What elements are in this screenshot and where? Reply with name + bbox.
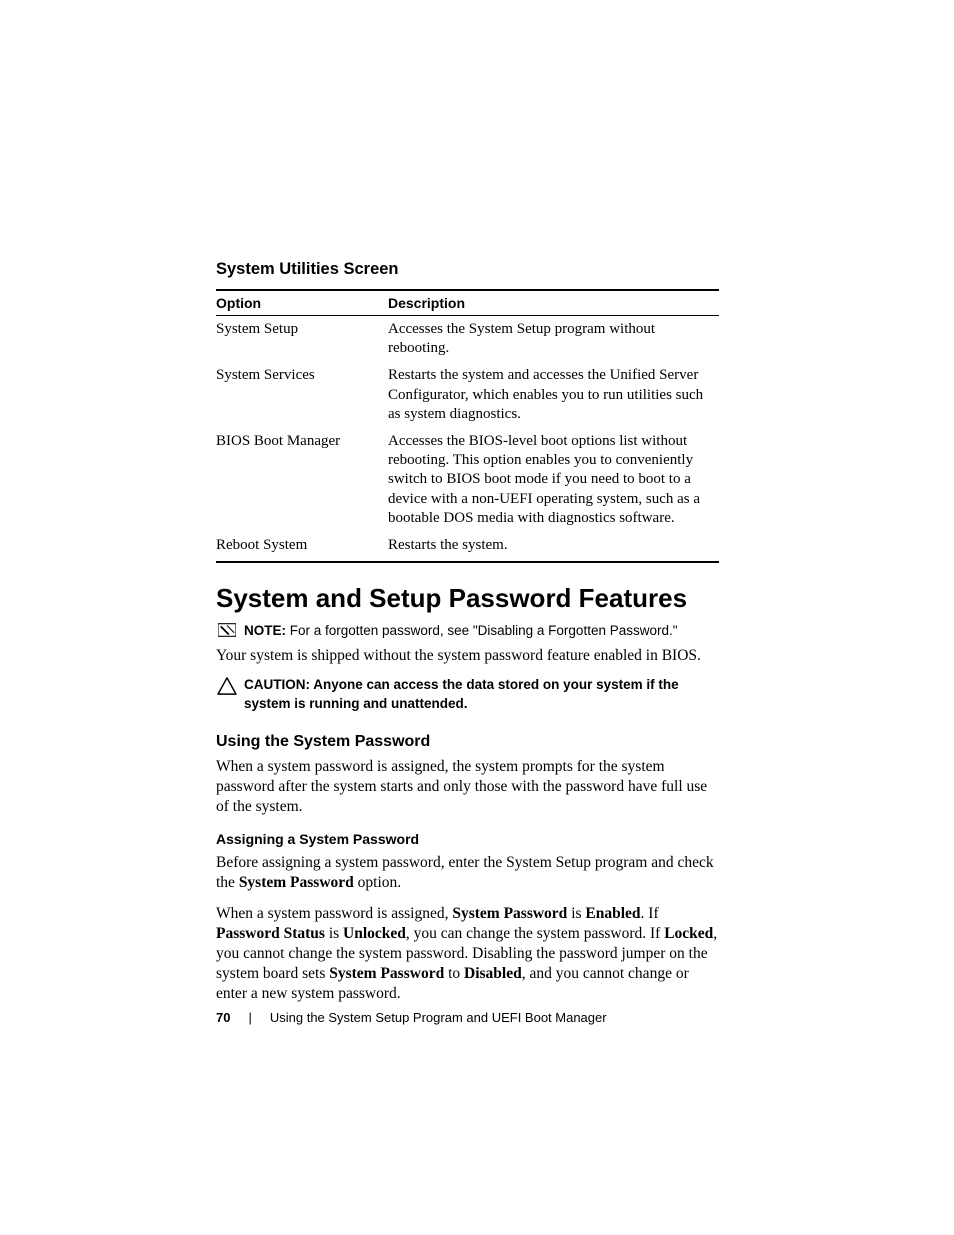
page-number: 70 bbox=[216, 1010, 230, 1025]
option-cell: Reboot System bbox=[216, 532, 388, 562]
body-assign-intro: Before assigning a system password, ente… bbox=[216, 853, 719, 893]
bold-text: Disabled bbox=[464, 965, 522, 982]
bold-text: Unlocked bbox=[343, 925, 406, 942]
caution-callout: CAUTION: Anyone can access the data stor… bbox=[216, 676, 719, 712]
table-row: System Setup Accesses the System Setup p… bbox=[216, 316, 719, 363]
caution-text: CAUTION: Anyone can access the data stor… bbox=[244, 676, 719, 712]
heading-main: System and Setup Password Features bbox=[216, 583, 719, 614]
option-cell: System Setup bbox=[216, 316, 388, 363]
text: is bbox=[325, 925, 343, 942]
note-callout: NOTE: For a forgotten password, see "Dis… bbox=[216, 622, 719, 640]
bold-text: System Password bbox=[239, 874, 354, 891]
document-page: System Utilities Screen Option Descripti… bbox=[0, 0, 954, 1235]
description-cell: Restarts the system. bbox=[388, 532, 719, 562]
text: is bbox=[567, 905, 585, 922]
bold-text: Locked bbox=[664, 925, 713, 942]
body-assign-detail: When a system password is assigned, Syst… bbox=[216, 904, 719, 1005]
note-text: NOTE: For a forgotten password, see "Dis… bbox=[244, 622, 719, 640]
body-using: When a system password is assigned, the … bbox=[216, 757, 719, 817]
caution-label: CAUTION: bbox=[244, 677, 310, 692]
table-header-option: Option bbox=[216, 290, 388, 316]
subheading-assigning: Assigning a System Password bbox=[216, 831, 719, 847]
table-row: System Services Restarts the system and … bbox=[216, 362, 719, 428]
text: option. bbox=[354, 874, 401, 891]
description-cell: Accesses the System Setup program withou… bbox=[388, 316, 719, 363]
table-row: Reboot System Restarts the system. bbox=[216, 532, 719, 562]
note-label: NOTE: bbox=[244, 623, 286, 638]
note-icon bbox=[216, 623, 238, 637]
note-body: For a forgotten password, see "Disabling… bbox=[286, 623, 678, 638]
subheading-using: Using the System Password bbox=[216, 733, 719, 751]
bold-text: Enabled bbox=[585, 905, 640, 922]
options-table: Option Description System Setup Accesses… bbox=[216, 289, 719, 563]
text: , you can change the system password. If bbox=[406, 925, 664, 942]
footer-separator: | bbox=[248, 1010, 251, 1025]
section-heading: System Utilities Screen bbox=[216, 260, 719, 279]
table-row: BIOS Boot Manager Accesses the BIOS-leve… bbox=[216, 428, 719, 532]
text: . If bbox=[641, 905, 659, 922]
option-cell: BIOS Boot Manager bbox=[216, 428, 388, 532]
caution-body: Anyone can access the data stored on you… bbox=[244, 677, 679, 710]
caution-icon bbox=[216, 677, 238, 695]
page-footer: 70 | Using the System Setup Program and … bbox=[216, 1010, 607, 1025]
footer-title: Using the System Setup Program and UEFI … bbox=[270, 1010, 607, 1025]
table-header-description: Description bbox=[388, 290, 719, 316]
description-cell: Restarts the system and accesses the Uni… bbox=[388, 362, 719, 428]
bold-text: System Password bbox=[329, 965, 444, 982]
bold-text: Password Status bbox=[216, 925, 325, 942]
option-cell: System Services bbox=[216, 362, 388, 428]
intro-body: Your system is shipped without the syste… bbox=[216, 646, 719, 666]
text: to bbox=[444, 965, 464, 982]
bold-text: System Password bbox=[452, 905, 567, 922]
description-cell: Accesses the BIOS-level boot options lis… bbox=[388, 428, 719, 532]
text: When a system password is assigned, bbox=[216, 905, 452, 922]
